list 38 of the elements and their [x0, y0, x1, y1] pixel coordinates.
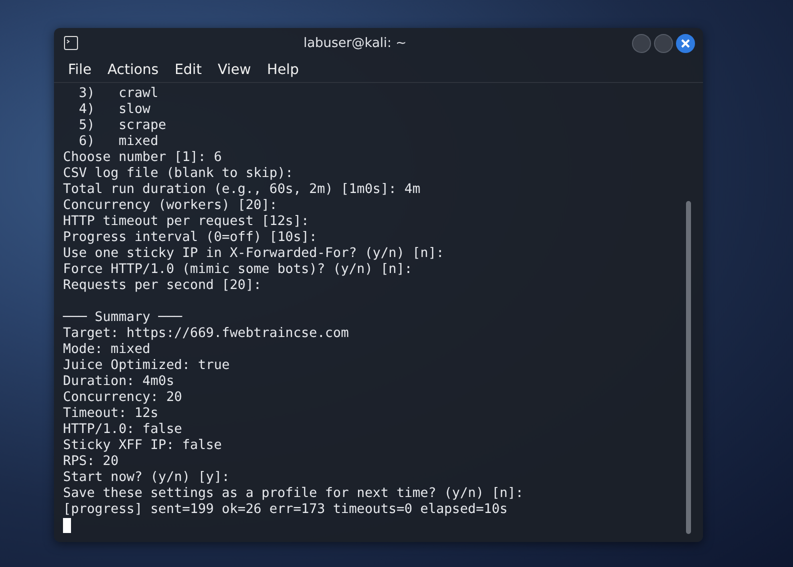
- close-button[interactable]: [676, 34, 695, 52]
- terminal-line: 4) slow: [78, 102, 150, 117]
- terminal-line: RPS: 20: [63, 454, 119, 469]
- terminal-line: ─── Summary ───: [63, 310, 182, 325]
- scrollbar[interactable]: [686, 201, 691, 534]
- minimize-button[interactable]: [632, 34, 651, 52]
- terminal-line: Save these settings as a profile for next time? (y/n) [n]:: [63, 486, 524, 501]
- terminal-line: Mode: mixed: [63, 342, 150, 357]
- terminal-line: Duration: 4m0s: [63, 374, 174, 389]
- terminal-line: HTTP/1.0: false: [63, 422, 182, 437]
- terminal-line: 5) scrape: [78, 118, 166, 133]
- menu-item[interactable]: Actions: [99, 60, 167, 80]
- window-title: labuser@kali: ~: [302, 36, 408, 50]
- terminal-line: Sticky XFF IP: false: [63, 438, 222, 453]
- menu-item[interactable]: View: [210, 60, 259, 80]
- terminal-line: Choose number [1]: 6: [63, 150, 222, 165]
- terminal-icon: [64, 36, 78, 50]
- terminal-line: Start now? (y/n) [y]:: [63, 470, 230, 485]
- terminal-line: [progress] sent=199 ok=26 err=173 timeouts=0 elapsed=10s: [63, 502, 508, 517]
- terminal-line: Target: https://669.fwebtraincse.com: [63, 326, 349, 341]
- terminal-line: Juice Optimized: true: [63, 358, 230, 373]
- terminal-line: Force HTTP/1.0 (mimic some bots)? (y/n) [n]:: [63, 262, 412, 277]
- menu-item[interactable]: File: [60, 60, 100, 80]
- terminal-line: Progress interval (0=off) [10s]:: [63, 230, 318, 245]
- terminal-line: Use one sticky IP in X-Forwarded-For? (y/n) [n]:: [63, 246, 444, 261]
- terminal-line: Requests per second [20]:: [63, 278, 262, 293]
- terminal-line: Timeout: 12s: [63, 406, 158, 421]
- menu-item[interactable]: Help: [258, 60, 307, 80]
- terminal-line: Concurrency (workers) [20]:: [63, 198, 278, 213]
- terminal-line: CSV log file (blank to skip):: [63, 166, 294, 181]
- terminal-line: Total run duration (e.g., 60s, 2m) [1m0s]: 4m: [63, 182, 420, 197]
- terminal-line: Concurrency: 20: [63, 390, 182, 405]
- terminal-line: 3) crawl: [78, 86, 158, 101]
- text-cursor: [63, 518, 71, 533]
- terminal-line: 6) mixed: [78, 134, 158, 149]
- close-icon: [681, 38, 690, 48]
- menu-item[interactable]: Edit: [166, 60, 210, 80]
- terminal-line: HTTP timeout per request [12s]:: [63, 214, 310, 229]
